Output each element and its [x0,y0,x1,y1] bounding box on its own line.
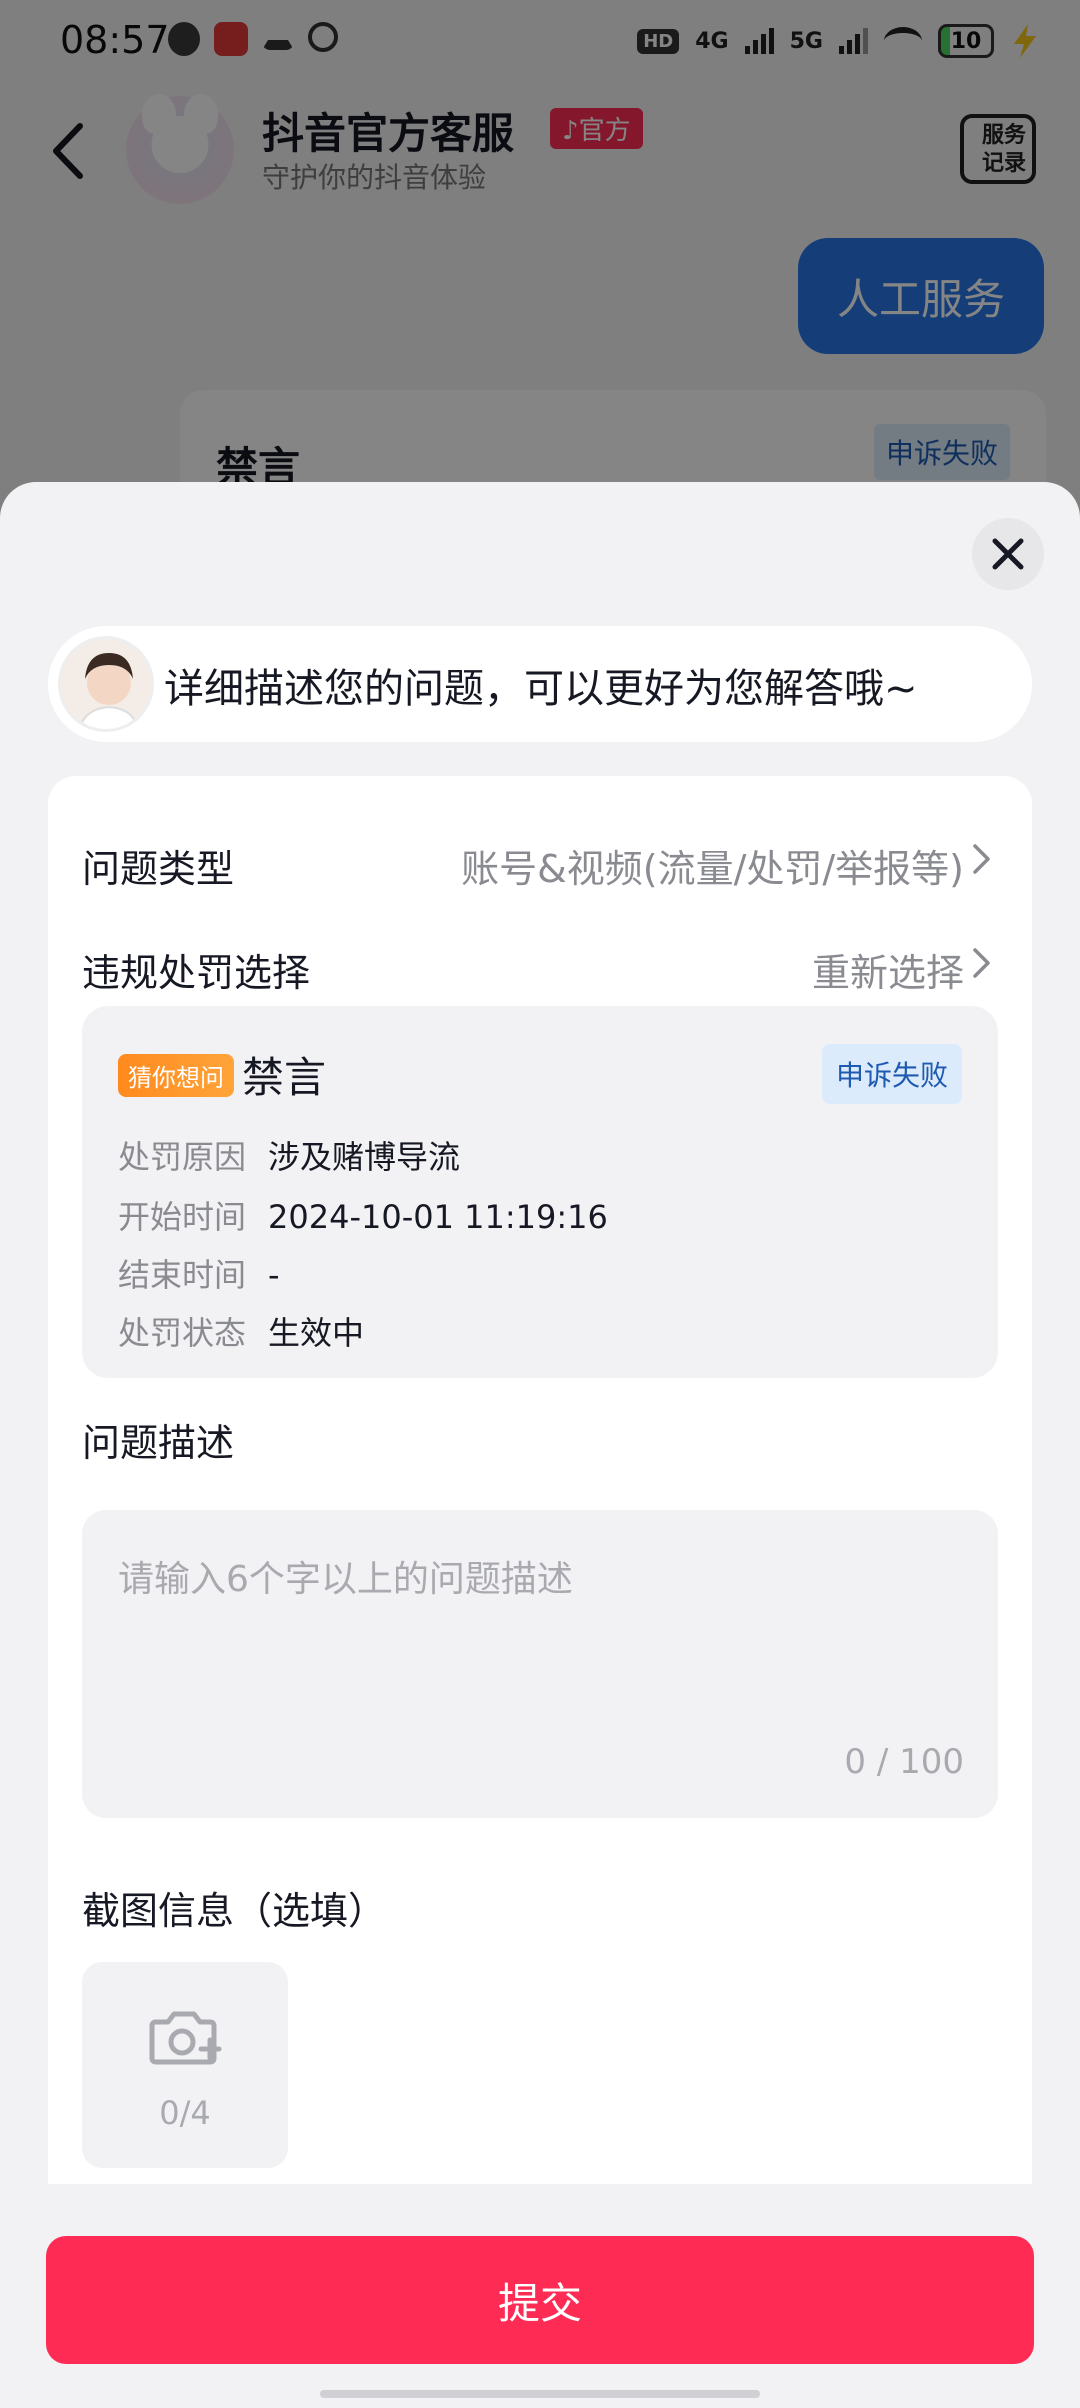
penalty-detail-reason: 处罚原因 涉及赌博导流 [118,1138,461,1176]
camera-add-icon [149,2011,222,2065]
chevron-right-icon [973,844,990,874]
penalty-card[interactable]: 猜你想问 禁言 申诉失败 处罚原因 涉及赌博导流 开始时间 2024-10-01 1… [82,1006,998,1378]
screenshot-label: 截图信息（选填） [82,1889,387,1933]
submit-bar: 提交 [0,2184,1080,2408]
screenshot-upload-button[interactable]: 0/4 [82,1962,288,2168]
appeal-status-badge: 申诉失败 [821,1044,962,1104]
description-label: 问题描述 [82,1421,235,1465]
penalty-detail-end-time: 结束时间 - [118,1256,280,1294]
problem-type-row[interactable]: 问题类型 账号&视频(流量/处罚/举报等) [82,828,992,891]
violation-select-row[interactable]: 违规处罚选择 重新选择 [82,932,992,995]
description-box: 0 / 100 [82,1510,998,1818]
close-button[interactable] [972,518,1044,590]
problem-type-value: 账号&视频(流量/处罚/举报等) [461,847,964,891]
agent-avatar [58,636,154,732]
penalty-title: 禁言 [242,1053,327,1102]
violation-select-label: 违规处罚选择 [82,951,311,995]
home-indicator[interactable] [320,2390,760,2398]
feedback-sheet: 详细描述您的问题，可以更好为您解答哦~ 问题类型 账号&视频(流量/处罚/举报等… [0,482,1080,2408]
form-card: 问题类型 账号&视频(流量/处罚/举报等) 违规处罚选择 重新选择 猜你想问 禁… [48,776,1032,2184]
description-char-counter: 0 / 100 [844,1742,964,1782]
penalty-detail-start-time: 开始时间 2024-10-01 11:19:16 [118,1198,608,1236]
description-input[interactable] [118,1550,958,1730]
close-icon [992,538,1024,570]
submit-button[interactable]: 提交 [46,2236,1034,2364]
reselect-link[interactable]: 重新选择 [812,942,964,997]
prompt-text: 详细描述您的问题，可以更好为您解答哦~ [164,666,918,712]
screenshot-count: 0/4 [159,2094,211,2132]
prompt-banner: 详细描述您的问题，可以更好为您解答哦~ [48,626,1032,742]
penalty-detail-status: 处罚状态 生效中 [118,1314,365,1352]
problem-type-label: 问题类型 [82,847,235,891]
guess-tag: 猜你想问 [118,1054,234,1097]
chevron-right-icon [973,948,990,978]
